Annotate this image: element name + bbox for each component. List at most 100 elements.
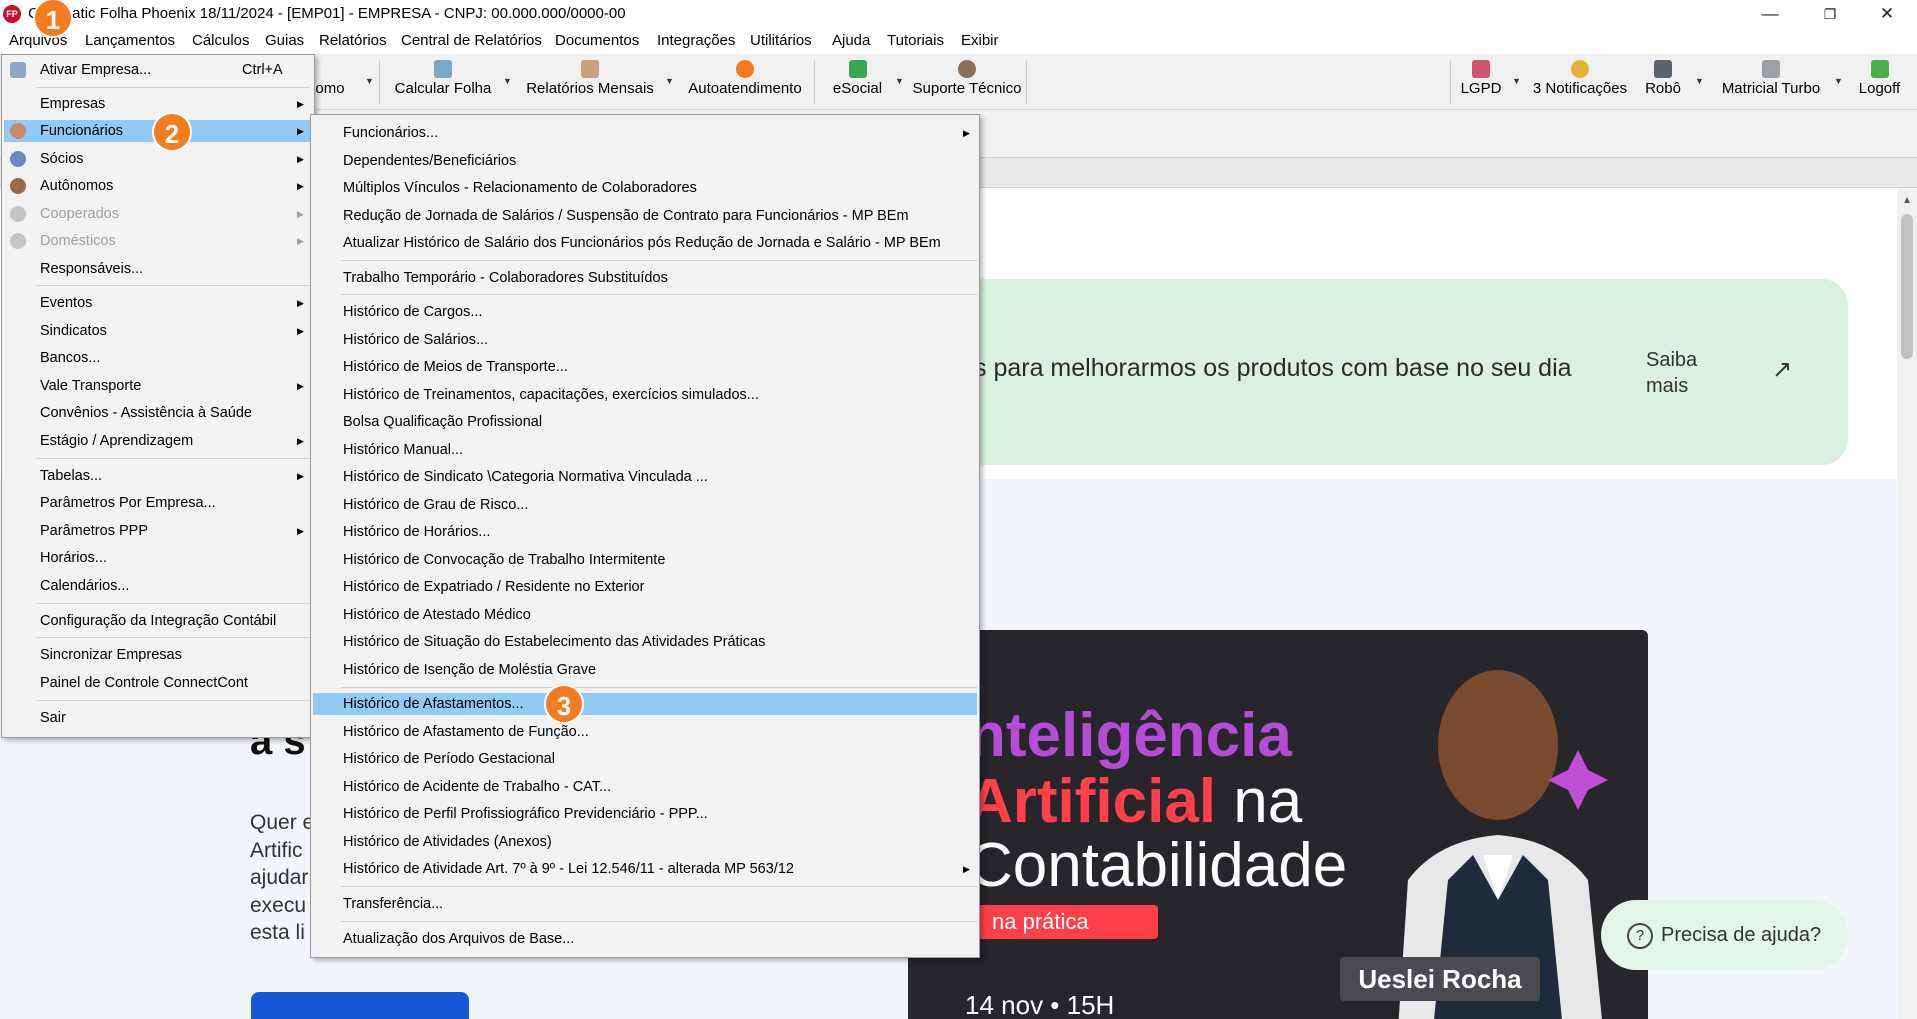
promo-date: 14 nov • 15H — [965, 990, 1115, 1019]
submenu-item-bolsa-qualificacao[interactable]: Bolsa Qualificação Profissional — [313, 411, 977, 433]
submenu-item-historico-transporte[interactable]: Histórico de Meios de Transporte... — [313, 356, 977, 378]
chevron-down-icon[interactable]: ▼ — [665, 76, 674, 86]
bell-icon — [1571, 60, 1589, 78]
help-chat-button[interactable]: ? Precisa de ajuda? — [1601, 900, 1848, 970]
submenu-item-historico-atestado[interactable]: Histórico de Atestado Médico — [313, 604, 977, 626]
chevron-down-icon[interactable]: ▼ — [1695, 76, 1704, 86]
chevron-down-icon[interactable]: ▼ — [503, 76, 512, 86]
submenu-item-atualizacao-arquivos-base[interactable]: Atualização dos Arquivos de Base... — [313, 928, 977, 950]
esocial-button[interactable]: eSocial — [830, 58, 885, 106]
submenu-item-historico-salarios[interactable]: Histórico de Salários... — [313, 329, 977, 351]
submenu-item-historico-situacao-estabelecimento[interactable]: Histórico de Situação do Estabelecimento… — [313, 631, 977, 653]
window-title: Contmatic Folha Phoenix 18/11/2024 - [EM… — [28, 5, 626, 22]
step-callout-3: 3 — [544, 684, 584, 724]
submenu-item-historico-periodo-gestacional[interactable]: Histórico de Período Gestacional — [313, 748, 977, 770]
submenu-item-historico-convocacao[interactable]: Histórico de Convocação de Trabalho Inte… — [313, 549, 977, 571]
submenu-item-historico-manual[interactable]: Histórico Manual... — [313, 439, 977, 461]
menu-relatorios[interactable]: Relatórios — [319, 32, 387, 49]
menu-central-de-relatorios[interactable]: Central de Relatórios — [401, 32, 542, 49]
matricial-turbo-button[interactable]: Matricial Turbo — [1716, 58, 1826, 106]
menu-exibir[interactable]: Exibir — [961, 32, 999, 49]
minimize-button[interactable]: — — [1740, 0, 1800, 28]
menu-item-estagio[interactable]: Estágio / Aprendizagem ▶ — [4, 430, 312, 452]
menu-item-sindicatos[interactable]: Sindicatos ▶ — [4, 320, 312, 342]
menu-tutoriais[interactable]: Tutoriais — [887, 32, 944, 49]
logoff-button[interactable]: Logoff — [1852, 58, 1907, 106]
submenu-item-multiplos-vinculos[interactable]: Múltiplos Vínculos - Relacionamento de C… — [313, 177, 977, 199]
step-callout-2: 2 — [152, 112, 192, 152]
submenu-item-historico-afastamentos[interactable]: Histórico de Afastamentos... — [313, 693, 977, 715]
menu-item-vale-transporte[interactable]: Vale Transporte ▶ — [4, 375, 312, 397]
calcular-folha-button[interactable]: Calcular Folha — [393, 58, 493, 106]
menu-item-eventos[interactable]: Eventos ▶ — [4, 292, 312, 314]
menu-guias[interactable]: Guias — [265, 32, 304, 49]
menu-documentos[interactable]: Documentos — [555, 32, 639, 49]
help-icon: ? — [1627, 923, 1653, 949]
menu-item-integracao-contabil[interactable]: Configuração da Integração Contábil — [4, 610, 312, 632]
notificacoes-button[interactable]: 3 Notificações — [1530, 58, 1630, 106]
cta-button[interactable] — [251, 992, 469, 1019]
menu-item-convenios[interactable]: Convênios - Assistência à Saúde — [4, 402, 312, 424]
menu-item-parametros-ppp[interactable]: Parâmetros PPP ▶ — [4, 520, 312, 542]
menu-calculos[interactable]: Cálculos — [192, 32, 250, 49]
menu-item-ativar-empresa[interactable]: Ativar Empresa... Ctrl+A — [4, 59, 312, 81]
arrow-up-right-icon[interactable]: ↗ — [1772, 355, 1792, 384]
robot-icon — [1654, 60, 1672, 78]
menu-item-painel-connectcont[interactable]: Painel de Controle ConnectCont — [4, 672, 312, 694]
menu-item-empresas[interactable]: Empresas ▶ — [4, 93, 312, 115]
submenu-item-historico-grau-risco[interactable]: Histórico de Grau de Risco... — [313, 494, 977, 516]
menu-ajuda[interactable]: Ajuda — [832, 32, 870, 49]
partner-icon — [10, 151, 26, 167]
submenu-item-historico-afastamento-funcao[interactable]: Histórico de Afastamento de Função... — [313, 721, 977, 743]
menu-item-horarios[interactable]: Horários... — [4, 547, 312, 569]
menu-lancamentos[interactable]: Lançamentos — [85, 32, 175, 49]
submenu-item-dependentes[interactable]: Dependentes/Beneficiários — [313, 150, 977, 172]
chevron-down-icon[interactable]: ▼ — [365, 76, 374, 86]
autoatendimento-button[interactable]: Autoatendimento — [685, 58, 805, 106]
submenu-item-historico-atividade-art7[interactable]: Histórico de Atividade Art. 7º à 9º - Le… — [313, 858, 977, 880]
menu-integracoes[interactable]: Integrações — [657, 32, 735, 49]
scrollbar[interactable]: ▲ — [1897, 189, 1917, 1019]
domestic-icon — [10, 233, 26, 249]
alert-icon — [736, 60, 754, 78]
submenu-item-historico-atividades-anexos[interactable]: Histórico de Atividades (Anexos) — [313, 831, 977, 853]
close-button[interactable]: ✕ — [1857, 0, 1917, 28]
lgpd-button[interactable]: LGPD — [1456, 58, 1506, 106]
submenu-item-reducao-jornada[interactable]: Redução de Jornada de Salários / Suspens… — [313, 205, 977, 227]
submenu-item-historico-ppp[interactable]: Histórico de Perfil Profissiográfico Pre… — [313, 803, 977, 825]
toolbar-omo-button[interactable]: omo — [315, 58, 345, 106]
chevron-down-icon[interactable]: ▼ — [1834, 76, 1843, 86]
submenu-item-trabalho-temporario[interactable]: Trabalho Temporário - Colaboradores Subs… — [313, 267, 977, 289]
scroll-thumb[interactable] — [1901, 214, 1913, 359]
submenu-item-historico-isencao-molestia[interactable]: Histórico de Isenção de Moléstia Grave — [313, 659, 977, 681]
menu-utilitarios[interactable]: Utilitários — [750, 32, 812, 49]
submenu-item-historico-treinamentos[interactable]: Histórico de Treinamentos, capacitações,… — [313, 384, 977, 406]
submenu-item-atualizar-historico-salario[interactable]: Atualizar Histórico de Salário dos Funci… — [313, 232, 977, 254]
submenu-item-historico-cargos[interactable]: Histórico de Cargos... — [313, 301, 977, 323]
menu-item-sair[interactable]: Sair — [4, 707, 312, 729]
chevron-down-icon[interactable]: ▼ — [895, 76, 904, 86]
submenu-item-historico-horarios[interactable]: Histórico de Horários... — [313, 521, 977, 543]
menu-item-socios[interactable]: Sócios ▶ — [4, 148, 312, 170]
scroll-up-icon[interactable]: ▲ — [1902, 195, 1912, 206]
submenu-item-transferencia[interactable]: Transferência... — [313, 893, 977, 915]
menu-item-calendarios[interactable]: Calendários... — [4, 575, 312, 597]
chevron-down-icon[interactable]: ▼ — [1512, 76, 1521, 86]
promo-card[interactable]: nteligência Artificial na Contabilidade … — [908, 630, 1648, 1019]
menu-item-sincronizar-empresas[interactable]: Sincronizar Empresas — [4, 644, 312, 666]
saiba-mais-link[interactable]: Saiba mais — [1646, 347, 1716, 399]
submenu-item-historico-acidente-cat[interactable]: Histórico de Acidente de Trabalho - CAT.… — [313, 776, 977, 798]
menu-item-tabelas[interactable]: Tabelas... ▶ — [4, 465, 312, 487]
menu-item-cooperados: Cooperados ▶ — [4, 203, 312, 225]
menu-item-autonomos[interactable]: Autônomos ▶ — [4, 175, 312, 197]
restore-button[interactable]: ❐ — [1800, 0, 1860, 28]
menu-item-responsaveis[interactable]: Responsáveis... — [4, 258, 312, 280]
robo-button[interactable]: Robô — [1643, 58, 1683, 106]
relatorios-mensais-button[interactable]: Relatórios Mensais — [525, 58, 655, 106]
submenu-item-funcionarios[interactable]: Funcionários... ▶ — [313, 122, 977, 144]
submenu-item-historico-expatriado[interactable]: Histórico de Expatriado / Residente no E… — [313, 576, 977, 598]
suporte-tecnico-button[interactable]: Suporte Técnico — [912, 58, 1022, 106]
menu-item-parametros-empresa[interactable]: Parâmetros Por Empresa... — [4, 492, 312, 514]
menu-item-bancos[interactable]: Bancos... — [4, 347, 312, 369]
submenu-item-historico-sindicato[interactable]: Histórico de Sindicato \Categoria Normat… — [313, 466, 977, 488]
